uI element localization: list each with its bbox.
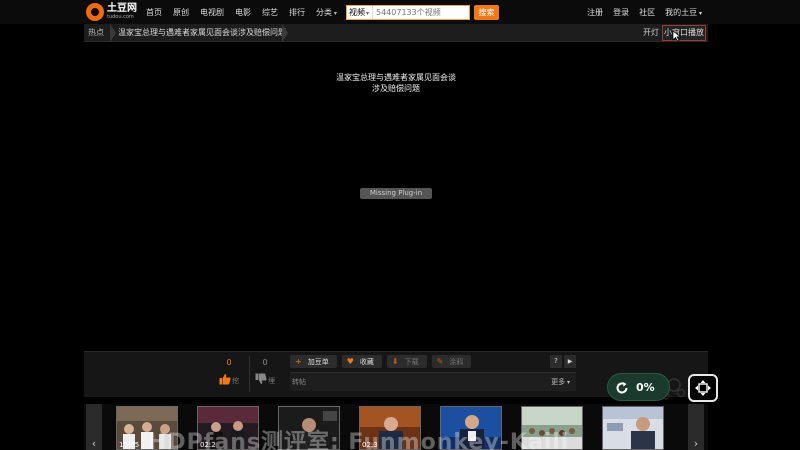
thumbs-down-icon — [255, 373, 267, 384]
strip-next-button[interactable]: › — [688, 404, 704, 450]
user-links: 注册 登录 社区 我的土豆 — [587, 0, 702, 24]
thumbs-up-icon — [219, 374, 231, 385]
breadcrumb-separator-icon — [110, 24, 116, 42]
favorite-label: 收藏 — [359, 357, 374, 366]
search-category-select[interactable]: 视频 — [347, 6, 373, 19]
action-buttons: + 加豆单 ♥ 收藏 ⬇ 下载 ✎ 涂鸦 — [290, 355, 576, 369]
plus-icon: + — [295, 357, 302, 366]
expand-arrows-icon — [695, 380, 711, 396]
search-input[interactable] — [374, 6, 469, 19]
video-player[interactable]: 温家宝总理与遇难者家属见面会谈 涉及赔偿问题 Missing Plug-in — [84, 42, 708, 351]
pencil-icon: ✎ — [436, 357, 444, 366]
main-nav: 首页 原创 电视剧 电影 综艺 排行 分类 — [146, 0, 337, 24]
logo-icon — [86, 3, 104, 21]
nav-item-ranking[interactable]: 排行 — [289, 7, 305, 18]
bury-down-label: 埋 — [268, 377, 275, 385]
progress-percent: 0% — [636, 381, 655, 394]
more-menu[interactable]: 更多 — [551, 373, 570, 392]
repost-label[interactable]: 转帖 — [292, 373, 306, 391]
add-to-playlist-label: 加豆单 — [307, 357, 329, 366]
login-link[interactable]: 登录 — [613, 7, 629, 18]
logo-text: 土豆网 — [107, 3, 137, 14]
mouse-cursor-icon — [672, 30, 682, 42]
nav-item-categories[interactable]: 分类 — [316, 7, 337, 18]
add-to-playlist-button[interactable]: + 加豆单 — [290, 355, 337, 368]
missing-plugin-notice[interactable]: Missing Plug-in — [360, 188, 432, 199]
fullscreen-button[interactable] — [688, 374, 718, 402]
help-button[interactable]: ? — [550, 355, 562, 368]
nav-item-home[interactable]: 首页 — [146, 7, 162, 18]
favorite-button[interactable]: ♥ 收藏 — [341, 355, 382, 368]
search-button[interactable]: 搜索 — [474, 5, 499, 20]
video-title-line1: 温家宝总理与遇难者家属见面会谈 — [336, 73, 456, 82]
video-overlay-title: 温家宝总理与遇难者家属见面会谈 涉及赔偿问题 — [84, 72, 708, 94]
my-tudou-menu[interactable]: 我的土豆 — [665, 7, 702, 18]
top-nav-bar: 土豆网 tudou.com 首页 原创 电视剧 电影 综艺 排行 分类 视频 搜… — [0, 0, 800, 24]
share-bar: 转帖 更多 — [290, 372, 576, 391]
tudou-logo[interactable]: 土豆网 tudou.com — [86, 3, 140, 21]
strip-prev-button[interactable]: ‹ — [86, 404, 102, 450]
download-label: 下载 — [404, 357, 419, 366]
nav-item-variety[interactable]: 综艺 — [262, 7, 278, 18]
logo-subtext: tudou.com — [107, 14, 134, 20]
play-next-button[interactable]: ▶ — [564, 355, 576, 368]
related-video-thumbnail[interactable] — [602, 406, 664, 450]
bury-down-button[interactable]: 0 埋 — [247, 355, 285, 395]
loading-progress-indicator: 0% — [607, 373, 670, 401]
breadcrumb-separator-icon — [282, 24, 288, 42]
nav-item-movies[interactable]: 电影 — [235, 7, 251, 18]
video-title-line2: 涉及赔偿问题 — [372, 84, 420, 93]
doodle-button[interactable]: ✎ 涂鸦 — [431, 355, 472, 368]
breadcrumb-hot[interactable]: 热点 — [88, 24, 104, 42]
doodle-label: 涂鸦 — [449, 357, 464, 366]
register-link[interactable]: 注册 — [587, 7, 603, 18]
dig-up-button[interactable]: 0 挖 — [211, 355, 249, 395]
thumbnail-image — [603, 407, 663, 449]
nav-item-tv[interactable]: 电视剧 — [200, 7, 224, 18]
thumbnail-duration: 11:05 — [119, 441, 140, 449]
search-box: 视频 — [346, 5, 470, 20]
bury-down-count: 0 — [262, 358, 268, 367]
download-button[interactable]: ⬇ 下载 — [386, 355, 427, 368]
heart-icon: ♥ — [346, 357, 354, 366]
watermark-text: HDPfans测评室: Funmonkey-Kaili — [148, 430, 570, 450]
popout-player-button[interactable]: 小窗口播放 — [662, 25, 706, 41]
dig-up-label: 挖 — [232, 377, 239, 385]
community-link[interactable]: 社区 — [639, 7, 655, 18]
breadcrumb-video-title: 温家宝总理与遇难者家属见面会谈涉及赔偿问题 — [118, 28, 286, 37]
dig-up-count: 0 — [226, 358, 232, 367]
lights-toggle-button[interactable]: 开灯 — [643, 24, 659, 42]
download-icon: ⬇ — [391, 357, 399, 366]
breadcrumb: 热点 温家宝总理与遇难者家属见面会谈涉及赔偿问题 开灯 小窗口播放 — [84, 24, 708, 42]
refresh-icon — [616, 382, 628, 394]
nav-item-original[interactable]: 原创 — [173, 7, 189, 18]
